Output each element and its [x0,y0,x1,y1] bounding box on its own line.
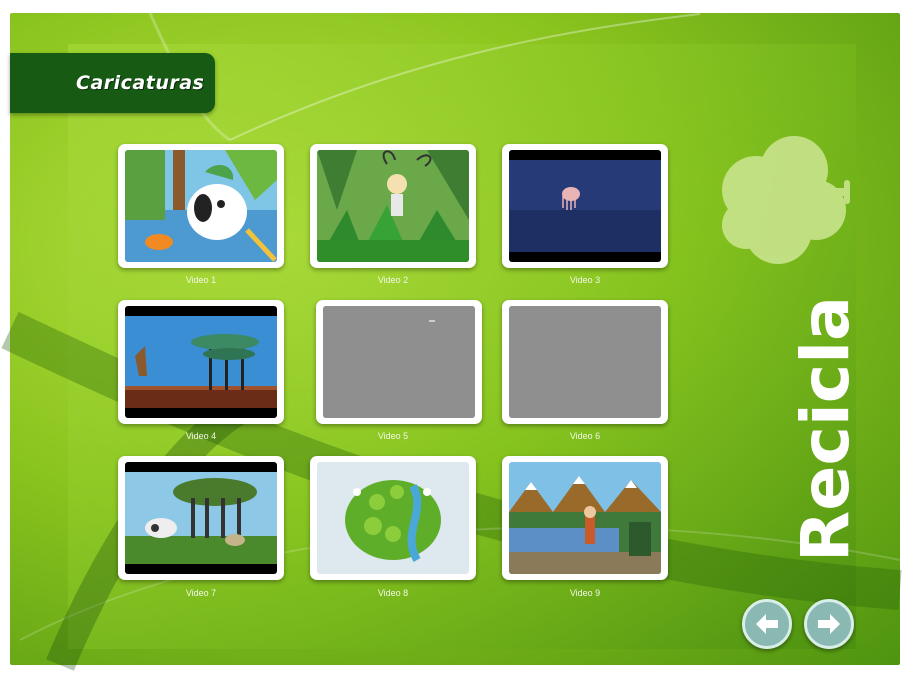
video-thumbnail-1 [125,150,277,262]
video-label-6: Video 6 [569,431,601,441]
stage: Caricaturas Video 1 Video 2 Video 3 Vide… [0,0,909,679]
video-thumbnail-2 [317,150,469,262]
arrow-right-icon [818,614,840,634]
video-label-3: Video 3 [569,275,601,285]
tree-logo-icon [722,136,850,264]
video-tile-4[interactable] [118,300,284,424]
video-label-7: Video 7 [185,588,217,598]
video-tile-5[interactable] [316,300,482,424]
recicla-logo: Recicla [788,296,860,562]
video-tile-8[interactable] [310,456,476,580]
video-thumbnail-5 [323,306,475,418]
video-thumbnail-3 [509,150,661,262]
video-thumbnail-6 [509,306,661,418]
video-tile-3[interactable] [502,144,668,268]
arrow-left-icon [756,614,778,634]
video-label-4: Video 4 [185,431,217,441]
video-label-9: Video 9 [569,588,601,598]
video-tile-1[interactable] [118,144,284,268]
recicla-text: Recicla [788,296,860,562]
video-tile-7[interactable] [118,456,284,580]
video-tile-6[interactable] [502,300,668,424]
video-thumbnail-4 [125,306,277,418]
video-label-1: Video 1 [185,275,217,285]
video-tile-2[interactable] [310,144,476,268]
video-label-2: Video 2 [377,275,409,285]
title-tab: Caricaturas [10,53,215,113]
video-tile-9[interactable] [502,456,668,580]
previous-button[interactable] [742,599,792,649]
video-label-5: Video 5 [377,431,409,441]
next-button[interactable] [804,599,854,649]
video-label-8: Video 8 [377,588,409,598]
video-thumbnail-7 [125,462,277,574]
page-title: Caricaturas [76,72,205,94]
video-thumbnail-9 [509,462,661,574]
video-thumbnail-8 [317,462,469,574]
